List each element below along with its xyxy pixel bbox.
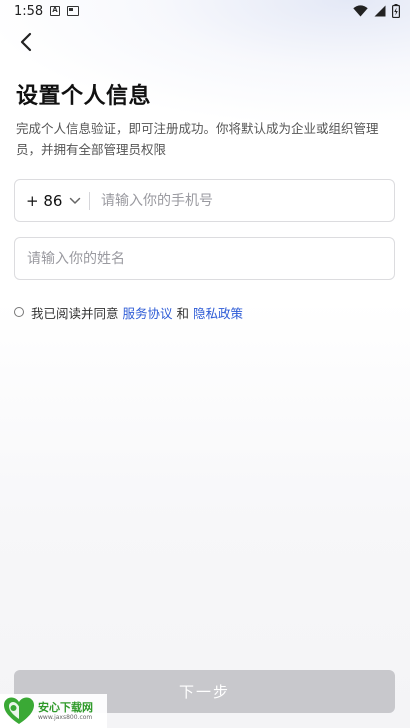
status-right-icons (353, 3, 400, 19)
country-code-selector[interactable]: + 86 (26, 180, 81, 221)
agreement-checkbox[interactable] (14, 307, 24, 317)
phone-field: + 86 (14, 179, 395, 222)
page-description: 完成个人信息验证，即可注册成功。你将默认成为企业或组织管理员，并拥有全部管理员权… (16, 121, 379, 157)
agreement-prefix: 我已阅读并同意 (31, 305, 119, 321)
status-bar: 1:58 A (0, 0, 410, 24)
watermark-site: www.jaxs800.com (38, 713, 93, 721)
name-input[interactable] (27, 238, 382, 279)
screen-notification-icon (67, 6, 79, 16)
chevron-down-icon (69, 197, 81, 205)
watermark: 安心下载网 www.jaxs800.com (0, 694, 107, 728)
agreement-conjunction: 和 (176, 305, 190, 321)
agreement-row: 我已阅读并同意 服务协议 和 隐私政策 (14, 302, 247, 322)
back-button[interactable] (14, 30, 38, 54)
signal-icon (374, 5, 386, 17)
name-field (14, 237, 395, 280)
wifi-icon (353, 5, 368, 17)
battery-icon (392, 4, 400, 18)
page-title: 设置个人信息 (16, 84, 152, 109)
heart-logo-icon (4, 697, 34, 724)
chevron-left-icon (20, 32, 32, 52)
service-agreement-link[interactable]: 服务协议 (123, 303, 173, 322)
country-code-label: + 86 (26, 191, 63, 210)
phone-input[interactable] (101, 180, 381, 221)
app-notification-icon: A (50, 6, 60, 16)
watermark-text: 安心下载网 www.jaxs800.com (38, 702, 93, 721)
status-time: 1:58 (14, 4, 44, 19)
privacy-policy-link[interactable]: 隐私政策 (193, 303, 243, 322)
watermark-name: 安心下载网 (38, 700, 93, 714)
field-divider (89, 192, 90, 210)
